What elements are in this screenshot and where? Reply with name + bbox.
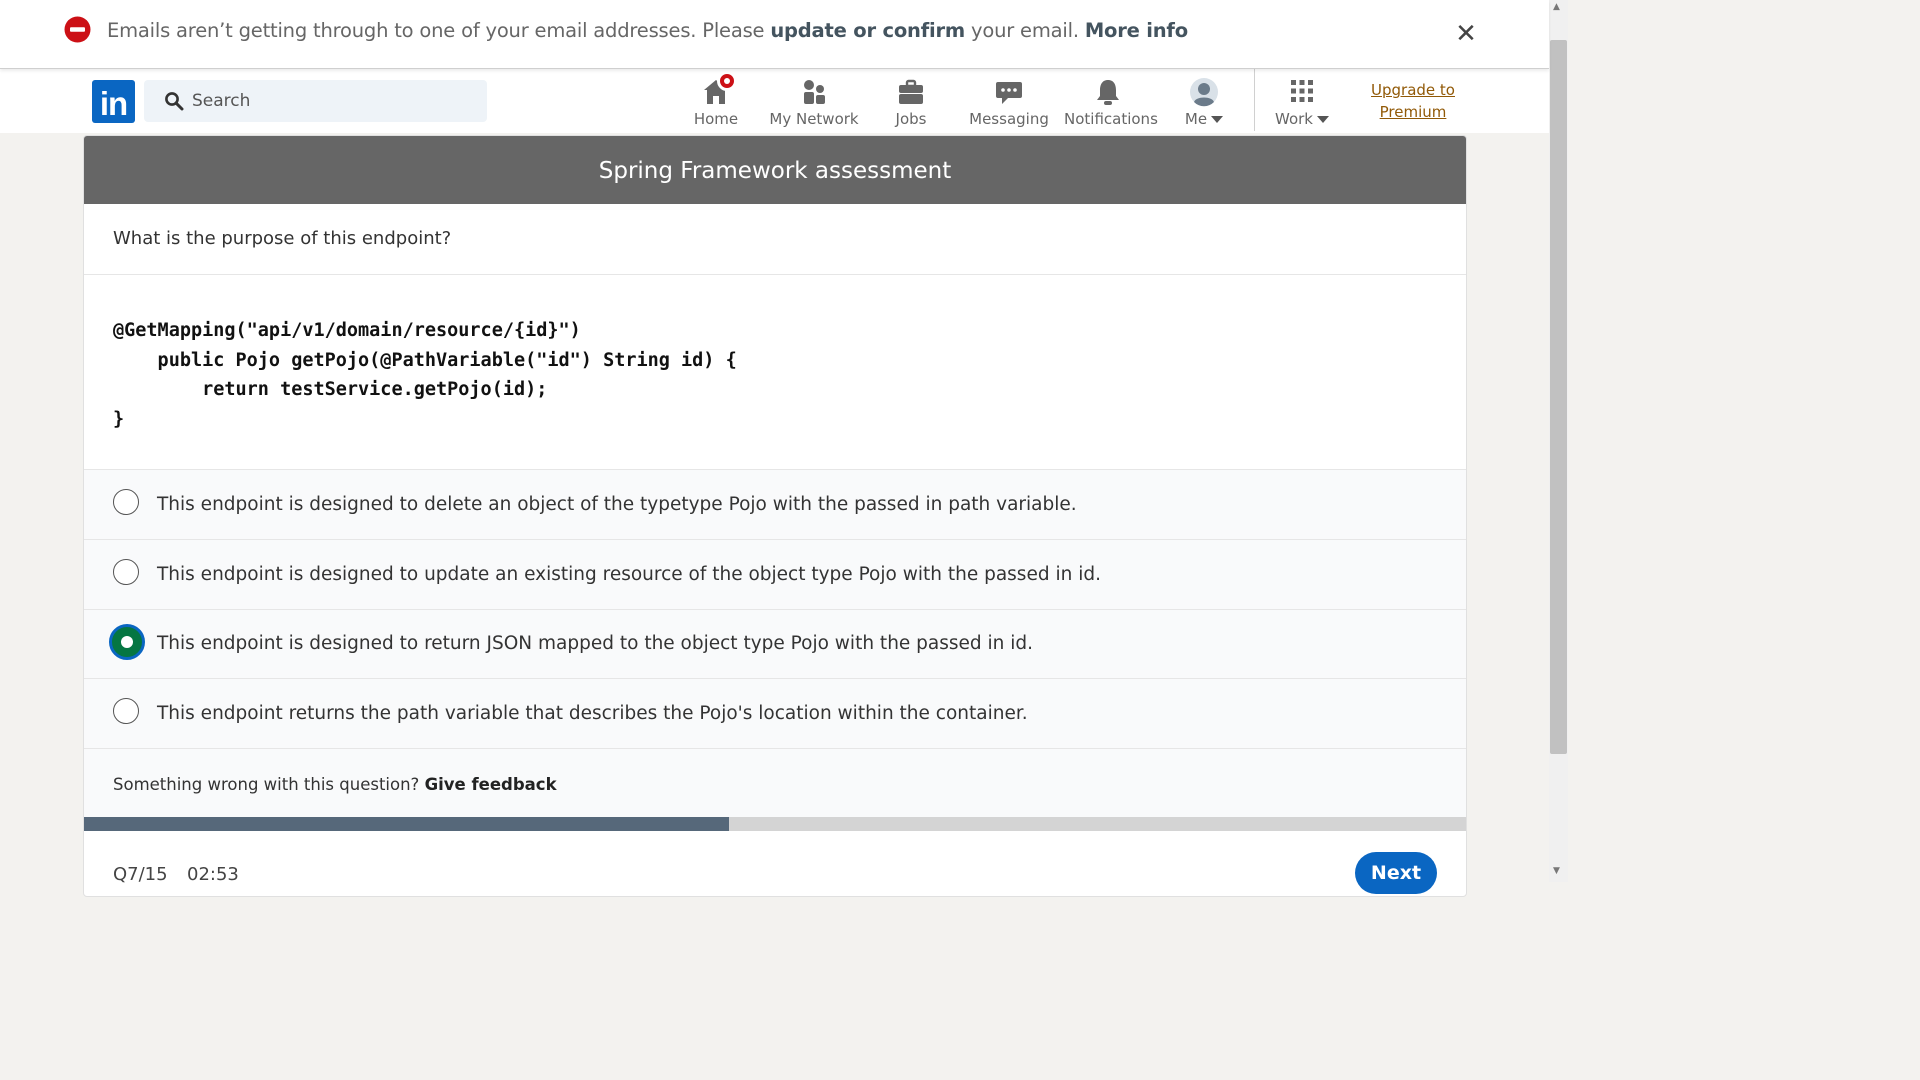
page-scrollbar[interactable]: ▲ ▼ bbox=[1549, 0, 1568, 882]
progress-bar bbox=[84, 817, 1466, 831]
nav-item-jobs[interactable]: Jobs bbox=[886, 73, 936, 129]
code-line: } bbox=[113, 408, 125, 430]
answer-option-text: This endpoint is designed to return JSON… bbox=[157, 633, 1034, 654]
notification-badge bbox=[717, 71, 737, 91]
me-label-text: Me bbox=[1184, 110, 1208, 128]
nav-item-notifications[interactable]: Notifications bbox=[1064, 73, 1158, 129]
nav-label-work: Work bbox=[1272, 110, 1332, 128]
radio-button[interactable] bbox=[113, 489, 139, 515]
code-line: return testService.getPojo(id); bbox=[113, 379, 548, 400]
messaging-icon bbox=[996, 82, 1022, 104]
premium-link-line2: Premium bbox=[1379, 103, 1447, 121]
search-icon bbox=[165, 92, 184, 111]
answer-option-1[interactable]: This endpoint is designed to delete an o… bbox=[84, 470, 1466, 540]
next-button[interactable]: Next bbox=[1355, 852, 1437, 894]
radio-button-selected[interactable] bbox=[109, 624, 145, 660]
nav-label-my-network: My Network bbox=[769, 110, 859, 128]
nav-divider bbox=[1254, 69, 1255, 131]
code-line: public Pojo getPojo(@PathVariable("id") … bbox=[113, 349, 737, 371]
assessment-card: Spring Framework assessment What is the … bbox=[83, 135, 1467, 897]
give-feedback-link[interactable]: Give feedback bbox=[425, 775, 557, 794]
nav-item-me[interactable]: Me bbox=[1176, 73, 1232, 129]
scrollbar-thumb[interactable] bbox=[1550, 40, 1567, 754]
timer: 02:53 bbox=[187, 864, 239, 885]
nav-label-messaging: Messaging bbox=[969, 110, 1049, 128]
premium-link-line1: Upgrade to bbox=[1371, 81, 1455, 99]
nav-item-work[interactable]: Work bbox=[1272, 73, 1332, 129]
nav-label-me: Me bbox=[1176, 110, 1232, 128]
more-info-link[interactable]: More info bbox=[1085, 19, 1188, 42]
answer-option-text: This endpoint returns the path variable … bbox=[157, 703, 1028, 724]
alert-message: Emails aren’t getting through to one of … bbox=[107, 19, 1188, 42]
nav-label-home: Home bbox=[693, 110, 739, 128]
radio-button[interactable] bbox=[113, 698, 139, 724]
nav-item-messaging[interactable]: Messaging bbox=[969, 73, 1049, 129]
avatar-icon bbox=[1190, 78, 1218, 107]
briefcase-icon bbox=[899, 79, 923, 104]
alert-text-middle: your email. bbox=[965, 19, 1085, 42]
assessment-header: Spring Framework assessment bbox=[84, 136, 1466, 204]
upgrade-premium-link[interactable]: Upgrade to Premium bbox=[1366, 79, 1460, 123]
scroll-up-icon[interactable]: ▲ bbox=[1553, 2, 1560, 12]
nav-label-jobs: Jobs bbox=[895, 110, 927, 128]
answer-option-2[interactable]: This endpoint is designed to update an e… bbox=[84, 540, 1466, 610]
feedback-text: Something wrong with this question? Give… bbox=[113, 775, 557, 794]
feedback-row: Something wrong with this question? Give… bbox=[84, 750, 1466, 818]
nav-label-notifications: Notifications bbox=[1064, 110, 1158, 128]
alert-text-start: Emails aren’t getting through to one of … bbox=[107, 19, 771, 42]
no-entry-icon bbox=[64, 16, 91, 43]
search-placeholder: Search bbox=[192, 91, 251, 111]
nav-item-home[interactable]: Home bbox=[686, 71, 746, 129]
progress-bar-fill bbox=[84, 817, 729, 831]
work-label-text: Work bbox=[1275, 110, 1313, 128]
answer-option-text: This endpoint is designed to update an e… bbox=[157, 564, 1101, 585]
chevron-down-icon bbox=[1316, 116, 1329, 123]
question-row: What is the purpose of this endpoint? bbox=[84, 204, 1466, 275]
code-line: @GetMapping("api/v1/domain/resource/{id}… bbox=[113, 320, 581, 341]
network-icon bbox=[804, 80, 825, 104]
email-alert-banner: Emails aren’t getting through to one of … bbox=[0, 0, 1549, 69]
question-counter: Q7/15 bbox=[113, 864, 168, 885]
chevron-down-icon bbox=[1211, 116, 1224, 123]
nav-item-my-network[interactable]: My Network bbox=[769, 73, 859, 129]
feedback-prompt: Something wrong with this question? bbox=[113, 775, 420, 794]
global-nav: in Search Home My Network Jobs Messaging… bbox=[0, 69, 1549, 133]
scroll-down-icon[interactable]: ▼ bbox=[1553, 866, 1560, 876]
answer-option-4[interactable]: This endpoint returns the path variable … bbox=[84, 679, 1466, 749]
answer-option-text: This endpoint is designed to delete an o… bbox=[157, 494, 1077, 515]
bell-icon bbox=[1097, 80, 1119, 105]
search-input[interactable]: Search bbox=[144, 80, 487, 122]
close-icon[interactable]: ✕ bbox=[1452, 20, 1480, 48]
grid-icon bbox=[1291, 80, 1313, 102]
linkedin-logo[interactable]: in bbox=[92, 80, 135, 123]
question-text: What is the purpose of this endpoint? bbox=[113, 228, 452, 249]
update-email-link[interactable]: update or confirm bbox=[770, 19, 965, 42]
radio-button[interactable] bbox=[113, 559, 139, 585]
assessment-title: Spring Framework assessment bbox=[598, 158, 952, 184]
code-snippet: @GetMapping("api/v1/domain/resource/{id}… bbox=[113, 316, 737, 434]
answer-option-3[interactable]: This endpoint is designed to return JSON… bbox=[84, 609, 1466, 679]
